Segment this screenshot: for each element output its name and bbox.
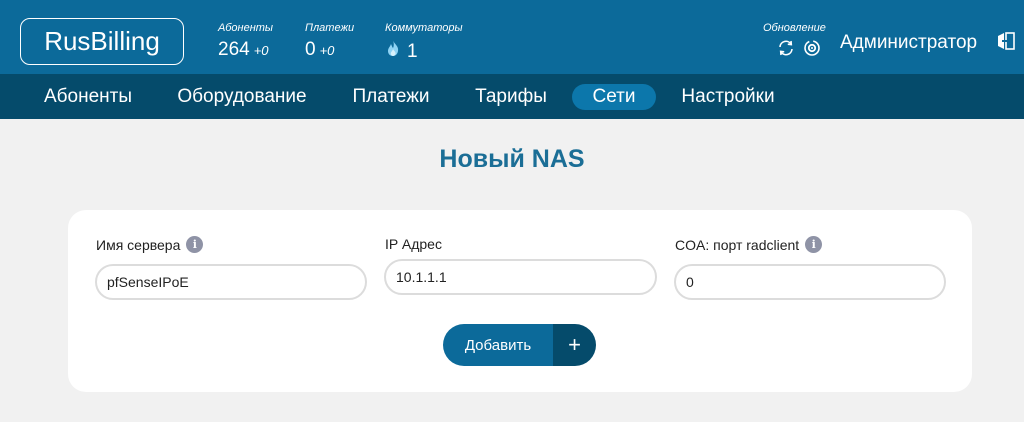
nav-item-tariffs[interactable]: Тарифы <box>466 84 556 110</box>
app-logo[interactable]: RusBilling <box>20 18 184 65</box>
page-title: Новый NAS <box>439 145 585 173</box>
ip-address-input[interactable]: 10.1.1.1 <box>384 259 657 295</box>
server-name-input[interactable]: pfSenseIPoE <box>95 264 367 300</box>
nav-item-settings[interactable]: Настройки <box>672 84 784 110</box>
stat-subscribers-value: 264 <box>218 39 250 60</box>
auto-refresh-icon[interactable] <box>803 39 821 57</box>
stat-payments-delta: +0 <box>319 43 335 58</box>
stat-switches-label: Коммутаторы <box>385 22 463 34</box>
coa-port-label-text: COA: порт radclient <box>675 236 800 253</box>
main-nav: Абоненты Оборудование Платежи Тарифы Сет… <box>0 74 1024 119</box>
nav-item-equipment[interactable]: Оборудование <box>168 84 316 110</box>
logout-icon[interactable] <box>996 31 1016 51</box>
plus-icon: + <box>553 324 596 366</box>
refresh-icon[interactable] <box>777 39 795 57</box>
stat-subscribers[interactable]: Абоненты 264 +0 <box>218 22 273 62</box>
stat-switches[interactable]: Коммутаторы 1 <box>385 22 463 63</box>
flame-icon <box>385 39 401 57</box>
stat-payments-value: 0 <box>305 39 316 60</box>
info-icon[interactable]: i <box>186 236 204 253</box>
stat-payments-label: Платежи <box>305 22 355 34</box>
nav-item-subscribers[interactable]: Абоненты <box>35 84 141 110</box>
stat-subscribers-delta: +0 <box>253 43 269 58</box>
stat-switches-value: 1 <box>407 41 418 62</box>
update-label: Обновление <box>763 22 826 34</box>
server-name-label-text: Имя сервера <box>96 236 181 253</box>
user-name[interactable]: Администратор <box>840 32 977 54</box>
nav-item-networks[interactable]: Сети <box>572 84 656 110</box>
coa-port-label: COA: порт radclient i <box>675 236 823 253</box>
coa-port-input[interactable]: 0 <box>674 264 946 300</box>
nav-item-payments[interactable]: Платежи <box>343 84 439 110</box>
add-button[interactable]: Добавить + <box>443 324 596 366</box>
add-button-label: Добавить <box>443 324 553 366</box>
update-controls: Обновление <box>763 22 826 57</box>
stat-subscribers-label: Абоненты <box>218 22 273 34</box>
stat-payments[interactable]: Платежи 0 +0 <box>305 22 354 62</box>
server-name-label: Имя сервера i <box>96 236 204 253</box>
ip-address-label-text: IP Адрес <box>385 236 442 252</box>
info-icon[interactable]: i <box>805 236 823 253</box>
ip-address-label: IP Адрес <box>385 236 442 252</box>
top-header: RusBilling Абоненты 264 +0 Платежи 0 +0 … <box>0 0 1024 74</box>
